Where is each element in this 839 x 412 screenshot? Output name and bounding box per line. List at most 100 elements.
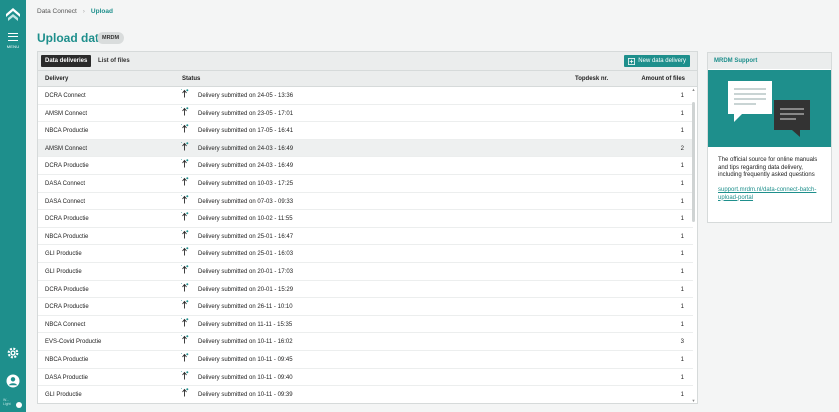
table-row[interactable]: AMSM Connect Delivery submitted on 23-05 … bbox=[38, 105, 693, 123]
support-title: MRDM Support bbox=[708, 53, 831, 69]
mrdm-logo-icon[interactable] bbox=[5, 6, 21, 22]
panel-toolbar: Data deliveries List of files New data d… bbox=[38, 52, 697, 71]
col-delivery[interactable]: Delivery bbox=[45, 76, 68, 82]
page-title: Upload data bbox=[37, 31, 106, 45]
deliveries-table-body: DCRA Connect Delivery submitted on 24-05 … bbox=[38, 87, 693, 403]
upload-arrow-icon bbox=[181, 89, 189, 98]
delivery-name: NBCA Productie bbox=[45, 233, 89, 240]
upload-arrow-icon bbox=[181, 353, 189, 362]
upload-arrow-icon bbox=[181, 247, 189, 256]
table-row[interactable]: DCRA Productie Delivery submitted on 10-0… bbox=[38, 210, 693, 228]
gear-icon[interactable] bbox=[6, 346, 20, 360]
breadcrumb-data-connect[interactable]: Data Connect bbox=[37, 8, 77, 15]
amount-of-files: 1 bbox=[680, 357, 684, 363]
upload-arrow-icon bbox=[181, 159, 189, 168]
delivery-name: DCRA Productie bbox=[45, 216, 89, 223]
upload-arrow-icon bbox=[181, 177, 189, 186]
breadcrumb-upload: Upload bbox=[90, 8, 113, 15]
table-row[interactable]: DCRA Connect Delivery submitted on 24-05 … bbox=[38, 87, 693, 105]
upload-arrow-icon bbox=[181, 142, 189, 151]
upload-arrow-icon bbox=[181, 230, 189, 239]
support-description: The official source for online manuals a… bbox=[718, 157, 818, 178]
support-link[interactable]: support.mrdm.nl/data-connect-batch-uploa… bbox=[718, 187, 826, 202]
delivery-status: Delivery submitted on 20-01 - 15:29 bbox=[198, 286, 294, 293]
table-row[interactable]: DCRA Productie Delivery submitted on 24-0… bbox=[38, 157, 693, 175]
amount-of-files: 1 bbox=[680, 392, 684, 399]
table-row[interactable]: AMSM Connect Delivery submitted on 24-03 … bbox=[38, 139, 693, 158]
delivery-status: Delivery submitted on 10-11 - 09:45 bbox=[198, 357, 293, 363]
table-row[interactable]: DASA Connect Delivery submitted on 07-03 … bbox=[38, 193, 693, 211]
delivery-name: DCRA Productie bbox=[45, 163, 89, 170]
delivery-name: DCRA Productie bbox=[45, 286, 89, 293]
menu-label: MENU bbox=[6, 44, 20, 49]
table-scrollbar[interactable]: ▲ ▼ bbox=[691, 87, 696, 403]
amount-of-files: 1 bbox=[680, 251, 684, 258]
delivery-status: Delivery submitted on 10-03 - 17:25 bbox=[198, 181, 294, 187]
table-row[interactable]: NBCA Productie Delivery submitted on 25-0… bbox=[38, 228, 693, 246]
amount-of-files: 1 bbox=[680, 233, 684, 240]
delivery-status: Delivery submitted on 25-01 - 16:03 bbox=[198, 251, 294, 258]
delivery-status: Delivery submitted on 24-03 - 16:49 bbox=[198, 145, 294, 152]
table-row[interactable]: EVS-Covid Productie Delivery submitted on… bbox=[38, 333, 693, 351]
delivery-status: Delivery submitted on 25-01 - 16:47 bbox=[198, 233, 294, 240]
delivery-status: Delivery submitted on 24-03 - 16:49 bbox=[198, 163, 294, 170]
delivery-status: Delivery submitted on 10-11 - 16:02 bbox=[198, 339, 293, 346]
delivery-name: DASA Connect bbox=[45, 181, 86, 187]
side-rail: MENU W... Light bbox=[0, 0, 26, 412]
delivery-status: Delivery submitted on 10-11 - 09:39 bbox=[198, 392, 293, 399]
upload-arrow-icon bbox=[181, 335, 189, 344]
col-amount-of-files[interactable]: Amount of files bbox=[641, 76, 685, 82]
tab-list-of-files[interactable]: List of files bbox=[94, 55, 134, 67]
upload-arrow-icon bbox=[181, 318, 189, 327]
new-delivery-icon bbox=[628, 57, 636, 65]
upload-arrow-icon bbox=[181, 370, 189, 380]
amount-of-files: 3 bbox=[680, 339, 684, 346]
table-row[interactable]: GLI Productie Delivery submitted on 10-11… bbox=[38, 386, 693, 403]
table-row[interactable]: GLI Productie Delivery submitted on 20-01… bbox=[38, 263, 693, 281]
table-row[interactable]: DCRA Productie Delivery submitted on 20-0… bbox=[38, 281, 693, 299]
col-status[interactable]: Status bbox=[182, 76, 200, 82]
scroll-up-icon[interactable]: ▲ bbox=[691, 87, 696, 92]
delivery-status: Delivery submitted on 17-05 - 16:41 bbox=[198, 128, 294, 135]
org-badge: MRDM bbox=[97, 32, 125, 44]
tab-data-deliveries[interactable]: Data deliveries bbox=[41, 55, 92, 67]
menu-button[interactable]: MENU bbox=[0, 33, 26, 49]
delivery-status: Delivery submitted on 10-02 - 11:55 bbox=[198, 216, 293, 223]
table-row[interactable]: DASA Connect Delivery submitted on 10-03 … bbox=[38, 175, 693, 193]
amount-of-files: 1 bbox=[680, 93, 684, 99]
amount-of-files: 1 bbox=[680, 269, 684, 275]
status-dot-icon bbox=[16, 402, 22, 408]
amount-of-files: 1 bbox=[680, 198, 684, 205]
delivery-status: Delivery submitted on 24-05 - 13:36 bbox=[198, 93, 294, 99]
upload-arrow-icon bbox=[181, 106, 189, 116]
new-data-delivery-button[interactable]: New data delivery bbox=[624, 55, 690, 67]
delivery-name: GLI Productie bbox=[45, 392, 82, 399]
amount-of-files: 1 bbox=[680, 216, 684, 223]
upload-arrow-icon bbox=[181, 265, 189, 274]
col-topdesk[interactable]: Topdesk nr. bbox=[575, 76, 608, 82]
amount-of-files: 1 bbox=[680, 286, 684, 293]
table-row[interactable]: DASA Productie Delivery submitted on 10-1… bbox=[38, 369, 693, 387]
table-row[interactable]: NBCA Productie Delivery submitted on 10-1… bbox=[38, 351, 693, 369]
scroll-down-icon[interactable]: ▼ bbox=[691, 398, 696, 403]
user-icon[interactable] bbox=[6, 374, 20, 388]
delivery-name: NBCA Productie bbox=[45, 128, 89, 135]
table-row[interactable]: DCRA Productie Delivery submitted on 26-1… bbox=[38, 298, 693, 316]
delivery-name: NBCA Productie bbox=[45, 357, 89, 363]
upload-arrow-icon bbox=[181, 212, 189, 221]
delivery-name: GLI Productie bbox=[45, 269, 82, 275]
scrollbar-thumb[interactable] bbox=[692, 102, 695, 222]
table-row[interactable]: NBCA Connect Delivery submitted on 11-11 … bbox=[38, 316, 693, 334]
table-row[interactable]: NBCA Productie Delivery submitted on 17-0… bbox=[38, 122, 693, 140]
new-data-delivery-label: New data delivery bbox=[638, 58, 686, 64]
amount-of-files: 1 bbox=[680, 128, 684, 135]
chevron-right-icon: › bbox=[82, 8, 85, 15]
delivery-name: EVS-Covid Productie bbox=[45, 339, 102, 346]
table-header: Delivery Status Topdesk nr. Amount of fi… bbox=[38, 71, 697, 87]
table-row[interactable]: GLI Productie Delivery submitted on 25-01… bbox=[38, 245, 693, 263]
delivery-name: AMSM Connect bbox=[45, 145, 88, 152]
delivery-status: Delivery submitted on 07-03 - 09:33 bbox=[198, 198, 294, 205]
amount-of-files: 2 bbox=[680, 145, 684, 152]
delivery-name: DCRA Connect bbox=[45, 93, 86, 99]
delivery-status: Delivery submitted on 26-11 - 10:10 bbox=[198, 304, 293, 311]
